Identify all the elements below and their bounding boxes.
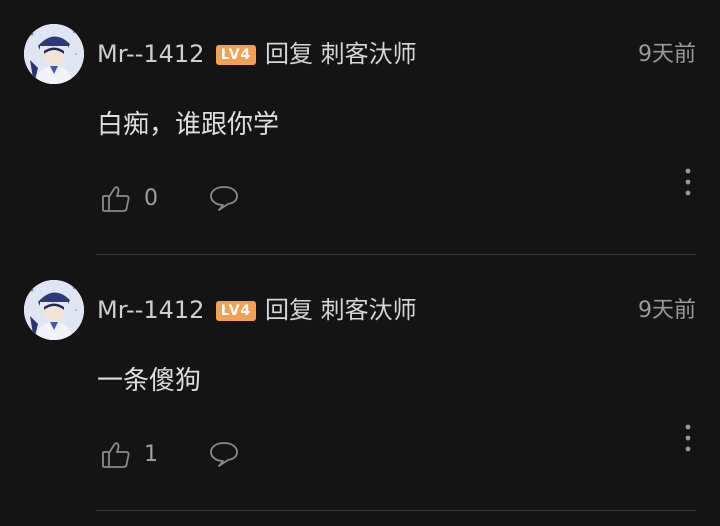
- divider: [96, 510, 696, 511]
- level-badge: LV4: [216, 301, 256, 321]
- level-badge: LV4: [216, 45, 256, 65]
- like-count: 0: [144, 186, 158, 211]
- more-vertical-icon[interactable]: [678, 421, 698, 455]
- comment-content: 白痴，谁跟你学: [97, 110, 280, 140]
- speech-bubble-icon[interactable]: [208, 439, 240, 469]
- username[interactable]: Mr--1412: [97, 294, 204, 326]
- reply-target: 回复 刺客汏师: [265, 296, 417, 324]
- avatar[interactable]: [24, 280, 84, 340]
- thumbs-up-icon[interactable]: [101, 440, 131, 470]
- divider: [96, 254, 696, 255]
- comment-content: 一条傻狗: [97, 366, 202, 396]
- username[interactable]: Mr--1412: [97, 38, 204, 70]
- comment-item: Mr--1412 LV4 回复 刺客汏师 9天前 一条傻狗 1: [0, 256, 720, 512]
- reply-target: 回复 刺客汏师: [265, 40, 417, 68]
- thumbs-up-icon[interactable]: [101, 184, 131, 214]
- more-vertical-icon[interactable]: [678, 165, 698, 199]
- avatar[interactable]: [24, 24, 84, 84]
- like-count: 1: [144, 442, 158, 467]
- comment-item: Mr--1412 LV4 回复 刺客汏师 9天前 白痴，谁跟你学 0: [0, 0, 720, 256]
- speech-bubble-icon[interactable]: [208, 183, 240, 213]
- timestamp: 9天前: [638, 42, 696, 67]
- timestamp: 9天前: [638, 298, 696, 323]
